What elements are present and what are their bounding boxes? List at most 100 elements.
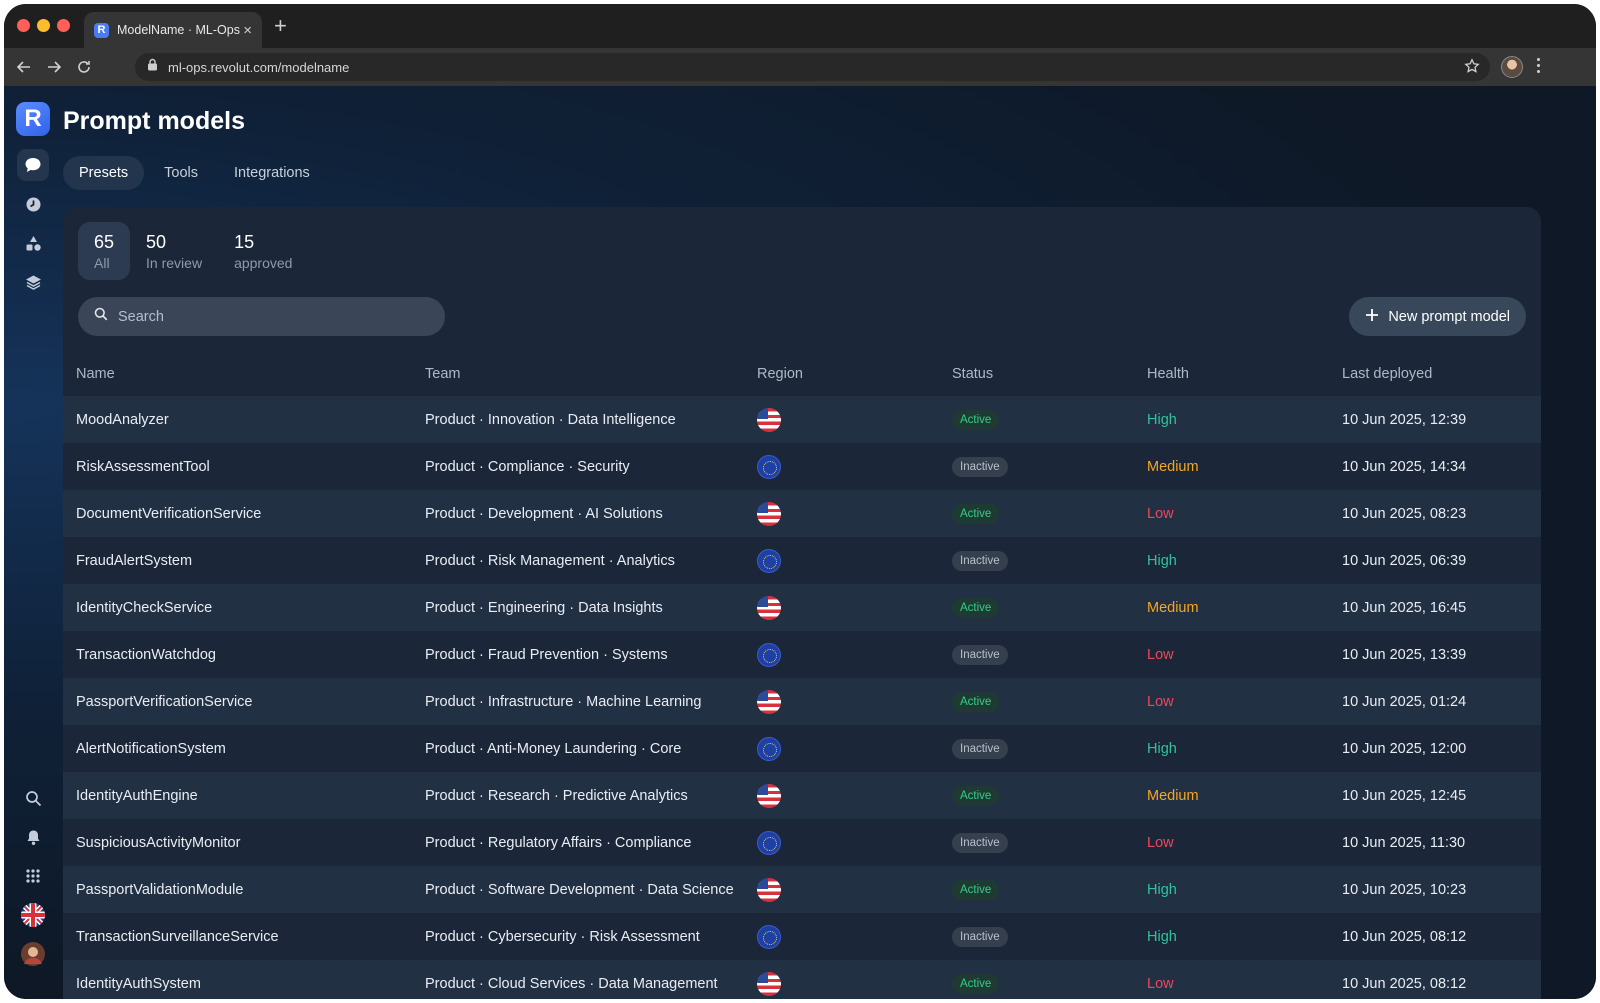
tab-presets[interactable]: Presets	[63, 156, 145, 190]
new-tab-icon[interactable]: +	[274, 15, 287, 37]
clock-icon[interactable]	[17, 188, 49, 220]
table-row[interactable]: RiskAssessmentTool Product · Compliance ·…	[63, 443, 1541, 490]
bookmark-star-icon[interactable]	[1464, 58, 1480, 79]
region-cell	[757, 631, 952, 678]
model-name[interactable]: PassportValidationModule	[76, 882, 243, 898]
table-row[interactable]: AlertNotificationSystem Product · Anti-Mo…	[63, 725, 1541, 772]
reload-icon[interactable]	[74, 57, 94, 77]
table-row[interactable]: MoodAnalyzer Product · Innovation · Data …	[63, 396, 1541, 443]
model-name[interactable]: RiskAssessmentTool	[76, 459, 210, 475]
region-cell	[757, 396, 952, 443]
us-flag-icon	[757, 407, 781, 432]
revolut-logo[interactable]: R	[16, 102, 50, 136]
model-name[interactable]: DocumentVerificationService	[76, 506, 261, 522]
maximize-window-button[interactable]	[57, 19, 70, 32]
model-name[interactable]: IdentityAuthSystem	[76, 976, 201, 992]
browser-tab[interactable]: R ModelName · ML-Ops ×	[84, 12, 262, 48]
model-name[interactable]: MoodAnalyzer	[76, 412, 169, 428]
tab-close-icon[interactable]: ×	[243, 23, 252, 38]
model-name[interactable]: IdentityAuthEngine	[76, 788, 198, 804]
model-name-cell[interactable]: DocumentVerificationService	[63, 490, 425, 537]
model-name-cell[interactable]: IdentityCheckService	[63, 584, 425, 631]
sidebar: R	[4, 86, 62, 999]
back-icon[interactable]	[14, 57, 34, 77]
model-name-cell[interactable]: PassportValidationModule	[63, 866, 425, 913]
table-row[interactable]: IdentityAuthEngine Product · Research · P…	[63, 772, 1541, 819]
user-avatar[interactable]	[17, 938, 49, 970]
team-name: Product · Innovation · Data Intelligence	[425, 411, 676, 428]
team-name: Product · Fraud Prevention · Systems	[425, 646, 668, 663]
address-bar[interactable]: ml-ops.revolut.com/modelname	[135, 53, 1490, 81]
column-header-region[interactable]: Region	[757, 352, 952, 396]
uk-flag-icon[interactable]	[17, 899, 49, 931]
team-name: Product · Anti-Money Laundering · Core	[425, 740, 682, 757]
browser-menu-icon[interactable]	[1537, 58, 1540, 73]
forward-icon[interactable]	[44, 57, 64, 77]
last-deployed-value: 10 Jun 2025, 16:45	[1342, 599, 1467, 616]
model-name[interactable]: AlertNotificationSystem	[76, 741, 226, 757]
browser-toolbar: ml-ops.revolut.com/modelname	[4, 48, 1596, 86]
search-input[interactable]: Search	[78, 297, 445, 336]
last-deployed-cell: 10 Jun 2025, 08:12	[1342, 913, 1541, 960]
model-name-cell[interactable]: RiskAssessmentTool	[63, 443, 425, 490]
column-header-health[interactable]: Health	[1147, 352, 1342, 396]
health-value: High	[1147, 740, 1177, 757]
model-name-cell[interactable]: FraudAlertSystem	[63, 537, 425, 584]
health-cell: High	[1147, 537, 1342, 584]
new-prompt-model-label: New prompt model	[1388, 308, 1510, 325]
table-row[interactable]: IdentityAuthSystem Product · Cloud Servic…	[63, 960, 1541, 999]
model-name-cell[interactable]: IdentityAuthEngine	[63, 772, 425, 819]
table-row[interactable]: TransactionWatchdog Product · Fraud Preve…	[63, 631, 1541, 678]
apps-grid-icon[interactable]	[17, 860, 49, 892]
counter-in-review[interactable]: 50 In review	[130, 222, 218, 280]
profile-avatar[interactable]	[1501, 56, 1523, 78]
model-name[interactable]: TransactionSurveillanceService	[76, 929, 279, 945]
counter-approved[interactable]: 15 approved	[218, 222, 308, 280]
health-cell: Low	[1147, 819, 1342, 866]
counter-label: All	[94, 254, 110, 271]
table-row[interactable]: SuspiciousActivityMonitor Product · Regul…	[63, 819, 1541, 866]
model-name-cell[interactable]: AlertNotificationSystem	[63, 725, 425, 772]
column-header-last-deployed[interactable]: Last deployed	[1342, 352, 1541, 396]
search-icon[interactable]	[17, 782, 49, 814]
last-deployed-value: 10 Jun 2025, 14:34	[1342, 458, 1467, 475]
table-row[interactable]: PassportVerificationService Product · Inf…	[63, 678, 1541, 725]
status-badge: Active	[952, 597, 1000, 618]
layers-icon[interactable]	[17, 266, 49, 298]
model-name-cell[interactable]: PassportVerificationService	[63, 678, 425, 725]
last-deployed-cell: 10 Jun 2025, 08:12	[1342, 960, 1541, 999]
model-name[interactable]: SuspiciousActivityMonitor	[76, 835, 240, 851]
column-header-team[interactable]: Team	[425, 352, 757, 396]
column-header-status[interactable]: Status	[952, 352, 1147, 396]
chat-icon[interactable]	[17, 149, 49, 181]
tab-tools[interactable]: Tools	[148, 156, 214, 190]
counter-all[interactable]: 65 All	[78, 222, 131, 280]
model-name-cell[interactable]: TransactionWatchdog	[63, 631, 425, 678]
minimize-window-button[interactable]	[37, 19, 50, 32]
model-name-cell[interactable]: TransactionSurveillanceService	[63, 913, 425, 960]
health-value: Medium	[1147, 599, 1199, 616]
table-row[interactable]: DocumentVerificationService Product · Dev…	[63, 490, 1541, 537]
shapes-icon[interactable]	[17, 227, 49, 259]
table-row[interactable]: PassportValidationModule Product · Softwa…	[63, 866, 1541, 913]
table-row[interactable]: TransactionSurveillanceService Product · …	[63, 913, 1541, 960]
bell-icon[interactable]	[17, 821, 49, 853]
close-window-button[interactable]	[17, 19, 30, 32]
model-name[interactable]: TransactionWatchdog	[76, 647, 216, 663]
region-cell	[757, 537, 952, 584]
model-name[interactable]: PassportVerificationService	[76, 694, 253, 710]
new-prompt-model-button[interactable]: New prompt model	[1349, 297, 1526, 336]
model-name-cell[interactable]: SuspiciousActivityMonitor	[63, 819, 425, 866]
model-name[interactable]: FraudAlertSystem	[76, 553, 192, 569]
model-name-cell[interactable]: IdentityAuthSystem	[63, 960, 425, 999]
model-name-cell[interactable]: MoodAnalyzer	[63, 396, 425, 443]
column-header-name[interactable]: Name	[63, 352, 425, 396]
table-row[interactable]: IdentityCheckService Product · Engineerin…	[63, 584, 1541, 631]
tab-title: ModelName · ML-Ops	[117, 23, 240, 37]
model-name[interactable]: IdentityCheckService	[76, 600, 212, 616]
table-row[interactable]: FraudAlertSystem Product · Risk Managemen…	[63, 537, 1541, 584]
last-deployed-cell: 10 Jun 2025, 06:39	[1342, 537, 1541, 584]
last-deployed-value: 10 Jun 2025, 12:39	[1342, 411, 1467, 428]
last-deployed-cell: 10 Jun 2025, 08:23	[1342, 490, 1541, 537]
tab-integrations[interactable]: Integrations	[218, 156, 326, 190]
